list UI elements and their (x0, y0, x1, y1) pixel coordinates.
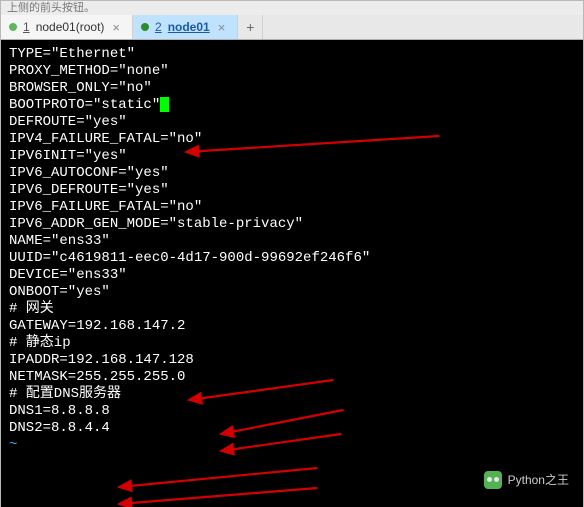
tab-status-dot-icon (141, 23, 149, 31)
terminal-line: DNS1=8.8.8.8 (9, 403, 575, 420)
terminal-pane[interactable]: TYPE="Ethernet"PROXY_METHOD="none"BROWSE… (1, 40, 583, 507)
app-frame: 上侧的前头按钮。 1 node01(root) × 2 node01 × + T… (0, 0, 584, 507)
terminal-line: PROXY_METHOD="none" (9, 63, 575, 80)
terminal-line: GATEWAY=192.168.147.2 (9, 318, 575, 335)
terminal-line: # 静态ip (9, 335, 575, 352)
terminal-line: BOOTPROTO="static" (9, 97, 575, 114)
terminal-line: TYPE="Ethernet" (9, 46, 575, 63)
arrow-icon (119, 488, 317, 504)
cursor-icon (160, 97, 169, 112)
terminal-line: DEFROUTE="yes" (9, 114, 575, 131)
tab-bar: 1 node01(root) × 2 node01 × + (1, 15, 583, 40)
tab-status-dot-icon (9, 23, 17, 31)
tab-number: 2 (155, 20, 162, 34)
tab-label: node01(root) (36, 20, 105, 34)
wechat-icon (484, 471, 502, 489)
terminal-line: # 网关 (9, 301, 575, 318)
tab-label: node01 (168, 20, 210, 34)
terminal-line: IPV6INIT="yes" (9, 148, 575, 165)
terminal-line: BROWSER_ONLY="no" (9, 80, 575, 97)
terminal-line: UUID="c4619811-eec0-4d17-900d-99692ef246… (9, 250, 575, 267)
header-hint-text: 上侧的前头按钮。 (1, 1, 583, 15)
terminal-empty-line: ~ (9, 437, 575, 454)
terminal-line: IPV6_ADDR_GEN_MODE="stable-privacy" (9, 216, 575, 233)
terminal-line: DNS2=8.8.4.4 (9, 420, 575, 437)
terminal-line: NAME="ens33" (9, 233, 575, 250)
tab-number: 1 (23, 20, 30, 34)
tab-2[interactable]: 2 node01 × (133, 15, 238, 39)
terminal-line: NETMASK=255.255.255.0 (9, 369, 575, 386)
terminal-line: IPV6_DEFROUTE="yes" (9, 182, 575, 199)
terminal-line: IPV4_FAILURE_FATAL="no" (9, 131, 575, 148)
add-tab-button[interactable]: + (238, 15, 263, 39)
terminal-line: # 配置DNS服务器 (9, 386, 575, 403)
close-icon[interactable]: × (110, 20, 122, 35)
terminal-line: DEVICE="ens33" (9, 267, 575, 284)
terminal-line: IPV6_AUTOCONF="yes" (9, 165, 575, 182)
arrow-icon (119, 468, 317, 487)
tab-1[interactable]: 1 node01(root) × (1, 15, 133, 39)
watermark: Python之王 (484, 471, 569, 489)
terminal-line: IPV6_FAILURE_FATAL="no" (9, 199, 575, 216)
watermark-text: Python之王 (508, 472, 569, 489)
terminal-line: IPADDR=192.168.147.128 (9, 352, 575, 369)
terminal-line: ONBOOT="yes" (9, 284, 575, 301)
close-icon[interactable]: × (216, 20, 228, 35)
